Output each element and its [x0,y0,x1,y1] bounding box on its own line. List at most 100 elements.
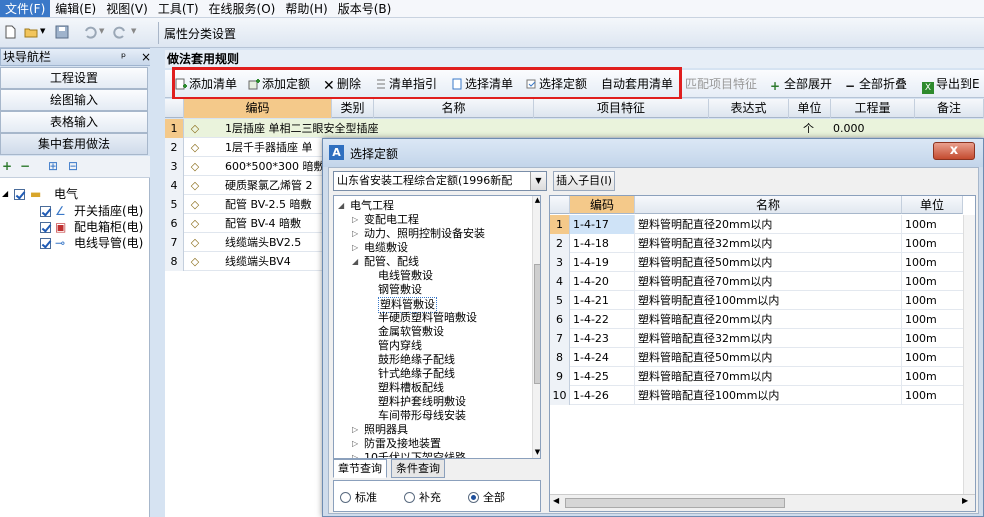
radio-all[interactable]: 全部 [468,489,505,505]
tree-node[interactable]: 变配电工程 [364,213,419,227]
header-code[interactable]: 编码 [570,196,635,214]
header-remark[interactable]: 备注 [915,99,984,118]
tree-scrollbar[interactable]: ▲ ▼ [532,196,540,458]
menu-help[interactable]: 帮助(H) [280,0,332,17]
table-row[interactable]: 4 1-4-20 塑料管明配直径70mm以内 100m [550,272,975,291]
collapsed-arrow-icon[interactable]: ▷ [352,229,358,238]
tree-node[interactable]: 鼓形绝缘子配线 [378,353,455,367]
table-row[interactable]: 3 1-4-19 塑料管明配直径50mm以内 100m [550,253,975,272]
collapsed-arrow-icon[interactable]: ▷ [352,425,358,434]
checkbox[interactable] [14,189,25,200]
splitter[interactable] [150,48,165,517]
header-type[interactable]: 类别 [332,99,374,118]
menu-online-service[interactable]: 在线服务(O) [204,0,281,17]
collapsed-arrow-icon[interactable]: ▷ [352,243,358,252]
table-row[interactable]: 1 1-4-17 塑料管明配直径20mm以内 100m [550,215,975,234]
table-row[interactable]: 5 1-4-21 塑料管明配直径100mm以内 100m [550,291,975,310]
quota-library-select[interactable]: 山东省安装工程综合定额(1996新配 ▼ [333,171,547,191]
collapse-all-button[interactable]: − 全部折叠 [845,77,907,93]
checkbox[interactable] [40,206,51,217]
tree-node[interactable]: 动力、照明控制设备安装 [364,227,485,241]
export-button[interactable]: X 导出到E [922,77,980,94]
table-row[interactable]: 6 1-4-22 塑料管暗配直径20mm以内 100m [550,310,975,329]
redo-dropdown-icon[interactable]: ▼ [131,27,136,35]
scroll-right-icon[interactable]: ▶ [962,496,968,505]
header-name[interactable]: 名称 [635,196,902,214]
scroll-thumb[interactable] [534,264,540,384]
tab-chapter-query[interactable]: 章节查询 [333,459,387,478]
nav-project-settings-button[interactable]: 工程设置 [0,67,148,89]
tree-view-icon[interactable]: ⊞ [48,159,58,173]
expanded-arrow-icon[interactable]: ◢ [352,257,358,266]
attribute-category-settings[interactable]: 属性分类设置 [164,25,236,42]
tree-node[interactable]: 电缆敷设 [364,241,408,255]
table-row[interactable]: 9 1-4-25 塑料管暗配直径70mm以内 100m [550,367,975,386]
open-folder-icon[interactable] [24,25,38,39]
tree-node[interactable]: 钢管敷设 [378,283,422,297]
checkbox[interactable] [40,222,51,233]
collapsed-arrow-icon[interactable]: ▷ [352,215,358,224]
save-icon[interactable] [55,25,69,39]
tree-node[interactable]: 电线管敷设 [378,269,433,283]
header-features[interactable]: 项目特征 [534,99,709,118]
nav-batch-apply-button[interactable]: 集中套用做法 [0,133,148,155]
tree-node[interactable]: 管内穿线 [378,339,422,353]
tree-item-switch-socket[interactable]: 开关插座(电) [74,203,143,219]
chevron-down-icon[interactable]: ▼ [530,172,546,190]
tab-condition-query[interactable]: 条件查询 [391,459,445,478]
horizontal-scrollbar[interactable]: ◀ ▶ [550,494,975,511]
nav-table-input-button[interactable]: 表格输入 [0,111,148,133]
menu-file[interactable]: 文件(F) [0,0,51,17]
table-row[interactable]: 10 1-4-26 塑料管暗配直径100mm以内 100m [550,386,975,405]
menu-edit[interactable]: 编辑(E) [50,0,101,17]
expand-icon[interactable]: + [2,159,12,173]
table-row[interactable]: 2 1-4-18 塑料管明配直径32mm以内 100m [550,234,975,253]
vertical-scrollbar[interactable] [963,215,975,494]
dialog-titlebar[interactable]: A 选择定额 x [323,139,983,167]
tree-root-electrical[interactable]: 电气 [54,186,78,202]
tree-node[interactable]: 防雷及接地装置 [364,437,441,451]
header-name[interactable]: 名称 [374,99,534,118]
redo-icon[interactable] [113,25,127,39]
table-row[interactable]: 8 1-4-24 塑料管暗配直径50mm以内 100m [550,348,975,367]
open-dropdown-icon[interactable]: ▼ [40,27,45,35]
header-quantity[interactable]: 工程量 [831,99,915,118]
menu-view[interactable]: 视图(V) [101,0,153,17]
header-unit[interactable]: 单位 [902,196,963,214]
tree-filter-icon[interactable]: ⊟ [68,159,78,173]
table-row[interactable]: 1 ◇ 1层插座 单相二三眼安全型插座 个 0.000 [165,119,984,138]
tree-item-distribution-box[interactable]: 配电箱柜(电) [74,219,143,235]
scroll-down-icon[interactable]: ▼ [533,448,540,456]
tree-node[interactable]: 车间带形母线安装 [378,409,466,423]
scroll-left-icon[interactable]: ◀ [553,496,559,505]
tree-node[interactable]: 塑料护套线明敷设 [378,395,466,409]
tree-item-conduit[interactable]: 电线导管(电) [74,235,143,251]
match-features-button[interactable]: 匹配项目特征 [685,77,757,91]
undo-dropdown-icon[interactable]: ▼ [99,27,104,35]
header-code[interactable]: 编码 [184,99,332,118]
collapse-icon[interactable]: − [20,159,30,173]
insert-subitem-button[interactable]: 插入子目(I) [553,171,615,191]
scroll-thumb[interactable] [565,498,785,508]
radio-supplement[interactable]: 补充 [404,489,441,505]
header-expression[interactable]: 表达式 [709,99,789,118]
tree-node[interactable]: 金属软管敷设 [378,325,444,339]
tree-node[interactable]: 塑料槽板配线 [378,381,444,395]
nav-drawing-input-button[interactable]: 绘图输入 [0,89,148,111]
tree-node[interactable]: 照明器具 [364,423,408,437]
tree-node[interactable]: 电气工程 [350,199,394,213]
scroll-up-icon[interactable]: ▲ [533,196,540,204]
menu-version[interactable]: 版本号(B) [333,0,397,17]
tree-node[interactable]: 针式绝缘子配线 [378,367,455,381]
table-row[interactable]: 7 1-4-23 塑料管暗配直径32mm以内 100m [550,329,975,348]
collapsed-arrow-icon[interactable]: ▷ [352,439,358,448]
dialog-close-button[interactable]: x [933,142,975,160]
tree-node[interactable]: 半硬质塑料管暗敷设 [378,311,477,325]
checkbox[interactable] [40,238,51,249]
new-file-icon[interactable] [3,25,17,39]
expand-all-button[interactable]: + 全部展开 [770,77,832,93]
header-unit[interactable]: 单位 [789,99,831,118]
menu-tools[interactable]: 工具(T) [153,0,204,17]
expanded-arrow-icon[interactable]: ◢ [338,201,344,210]
pin-icon[interactable]: ᵖ [121,49,126,65]
